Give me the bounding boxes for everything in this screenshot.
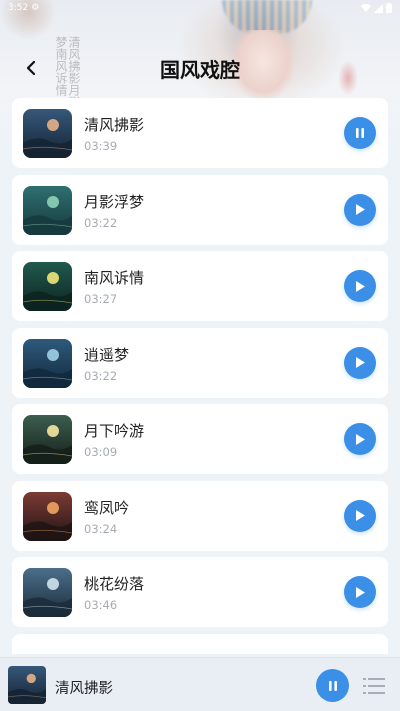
track-item[interactable]: 月影浮梦 03:22: [12, 174, 388, 245]
track-title: 月下吟游: [84, 422, 145, 440]
track-duration: 03:39: [84, 139, 118, 153]
track-cover-art[interactable]: [23, 185, 72, 235]
pause-icon: [328, 680, 337, 691]
player-pause-button[interactable]: [316, 669, 349, 702]
track-duration: 03:22: [84, 215, 118, 230]
play-icon: [356, 586, 365, 598]
cover-art-image: [23, 262, 72, 311]
track-cover-art[interactable]: [23, 568, 72, 617]
play-icon: [356, 510, 365, 521]
pause-button[interactable]: [344, 117, 376, 149]
track-list: 清风拂影 03:39 月影浮梦 03:22 南风诉情 03:27 逍遥梦 03:22 月下吟游 0…: [12, 98, 388, 654]
play-icon: [356, 433, 365, 445]
wifi-icon: [361, 3, 371, 12]
play-button[interactable]: [344, 270, 376, 302]
track-duration: 03:27: [84, 292, 118, 306]
play-icon: [356, 357, 365, 368]
track-duration: 03:24: [84, 521, 118, 536]
track-cover-art[interactable]: [23, 262, 72, 311]
play-button[interactable]: [344, 576, 376, 608]
play-icon: [356, 280, 365, 292]
battery-icon: [386, 3, 392, 13]
track-title: 桃花纷落: [84, 575, 145, 593]
cover-art-image: [23, 338, 72, 388]
track-title: 清风拂影: [84, 116, 145, 134]
track-item[interactable]: 南风诉情 03:27: [12, 251, 388, 321]
play-button[interactable]: [344, 346, 376, 379]
track-title: 逍遥梦: [84, 345, 130, 364]
track-item[interactable]: 逍遥梦 03:22: [12, 327, 388, 398]
pause-icon: [356, 128, 364, 138]
track-duration: 03:09: [84, 445, 118, 459]
status-time: 3:52: [8, 3, 29, 13]
track-title: 鸾凤吟: [84, 498, 130, 517]
playlist-button[interactable]: [362, 675, 386, 697]
track-item[interactable]: 鸾凤吟 03:24: [12, 480, 388, 551]
play-icon: [356, 204, 365, 215]
cover-art-image: [8, 666, 46, 704]
cover-art-image: [23, 185, 72, 235]
cover-art-image: [23, 415, 72, 464]
track-cover-art[interactable]: [23, 338, 72, 388]
playlist-icon: [363, 678, 385, 694]
cover-art-image: [23, 491, 72, 541]
cover-art-image: [23, 109, 72, 158]
status-bar: 3:52 ⚙: [0, 0, 400, 16]
page-title: 国风戏腔: [160, 58, 240, 82]
player-cover-art[interactable]: [8, 666, 46, 704]
settings-notification-icon: ⚙: [31, 3, 40, 13]
track-cover-art[interactable]: [23, 109, 72, 158]
signal-icon: [374, 3, 383, 13]
play-button[interactable]: [344, 193, 376, 226]
play-button[interactable]: [344, 499, 376, 532]
player-track-title[interactable]: 清风拂影: [55, 677, 113, 698]
track-duration: 03:22: [84, 368, 118, 383]
track-duration: 03:46: [84, 598, 118, 612]
track-item[interactable]: 月下吟游 03:09: [12, 404, 388, 474]
cover-art-image: [23, 568, 72, 617]
track-title: 月影浮梦: [84, 192, 145, 211]
track-item-partial[interactable]: [12, 633, 388, 654]
track-cover-art[interactable]: [23, 415, 72, 464]
mini-player[interactable]: 清风拂影: [0, 657, 400, 711]
track-item[interactable]: 清风拂影 03:39: [12, 98, 388, 168]
play-button[interactable]: [344, 423, 376, 455]
track-cover-art[interactable]: [23, 491, 72, 541]
track-item[interactable]: 桃花纷落 03:46: [12, 557, 388, 627]
track-title: 南风诉情: [84, 269, 145, 287]
